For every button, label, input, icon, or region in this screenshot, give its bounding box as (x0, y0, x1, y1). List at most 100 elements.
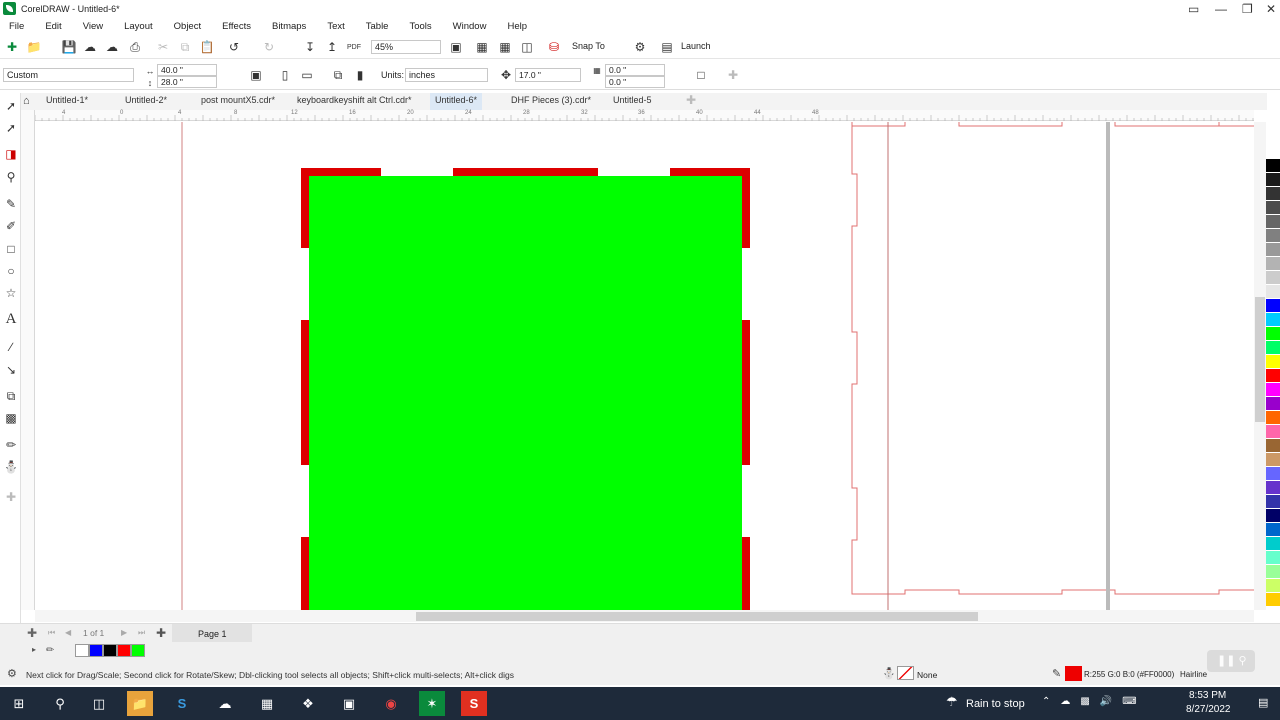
weather-icon[interactable]: ☂ (946, 694, 958, 710)
doc-palette-swatch[interactable] (117, 644, 131, 657)
color-swatch[interactable] (1266, 509, 1280, 523)
expand-arrow-icon[interactable]: ▸ (32, 645, 36, 654)
color-swatch[interactable] (1266, 565, 1280, 579)
add-property-icon[interactable]: ✚ (725, 67, 741, 83)
last-page-icon[interactable]: ⏭ (138, 628, 145, 638)
color-swatch[interactable] (1266, 425, 1280, 439)
lock-ratio-icon[interactable]: ▣ (248, 67, 264, 83)
menu-help[interactable]: Help (507, 21, 527, 32)
shape-tool-icon[interactable]: ➚ (4, 121, 18, 135)
landscape-icon[interactable]: ▭ (299, 67, 315, 83)
page-width-field[interactable]: 40.0 " (157, 64, 217, 76)
green-rectangle[interactable] (309, 176, 742, 610)
color-swatch[interactable] (1266, 173, 1280, 187)
outline-pen-icon[interactable]: ✎ (1052, 667, 1061, 680)
color-swatch[interactable] (1266, 383, 1280, 397)
color-swatch[interactable] (1266, 355, 1280, 369)
red-tab-top-left[interactable] (301, 168, 381, 176)
snap-off-icon[interactable]: ⛁ (546, 39, 562, 55)
pdf-icon[interactable]: PDF (346, 39, 362, 55)
color-swatch[interactable] (1266, 145, 1280, 159)
color-swatch[interactable] (1266, 579, 1280, 593)
show-guidelines-icon[interactable]: ◫ (519, 39, 535, 55)
color-swatch[interactable] (1266, 523, 1280, 537)
menu-view[interactable]: View (83, 21, 103, 32)
color-swatch[interactable] (1266, 397, 1280, 411)
minimize-button[interactable]: — (1215, 0, 1227, 17)
horizontal-scrollbar[interactable] (35, 610, 1254, 622)
paste-icon[interactable]: 📋 (199, 39, 215, 55)
add-page-after-icon[interactable]: ✚ (156, 626, 166, 640)
connector-tool-icon[interactable]: ↘ (4, 363, 18, 377)
red-tab-left-middle[interactable] (301, 320, 309, 465)
red-tab-right-middle[interactable] (742, 320, 750, 465)
app-grid-icon[interactable]: ▦ (254, 691, 280, 716)
new-tab-icon[interactable]: ✚ (686, 93, 696, 107)
red-tab-top-right[interactable] (670, 168, 750, 176)
app-s-blue-icon[interactable]: S (169, 691, 195, 716)
app-s-red-icon[interactable]: S (461, 691, 487, 716)
red-tab-right-bottom[interactable] (742, 537, 750, 610)
show-rulers-icon[interactable]: ▦ (474, 39, 490, 55)
new-document-icon[interactable]: ✚ (4, 39, 20, 55)
red-tab-top-middle[interactable] (453, 168, 598, 176)
color-swatch[interactable] (1266, 341, 1280, 355)
open-folder-icon[interactable]: 📁 (26, 39, 42, 55)
color-swatch[interactable] (1266, 285, 1280, 299)
close-button[interactable]: ✕ (1266, 0, 1276, 17)
color-swatch[interactable] (1266, 551, 1280, 565)
color-swatch[interactable] (1266, 369, 1280, 383)
redo-icon[interactable]: ↻ (261, 39, 277, 55)
ellipse-tool-icon[interactable]: ○ (4, 264, 18, 278)
palette-eyedropper-icon[interactable]: ✏ (46, 645, 54, 656)
export-icon[interactable]: ↥ (324, 39, 340, 55)
tab-untitled-6-active[interactable]: Untitled-6* (430, 93, 483, 110)
menu-text[interactable]: Text (327, 21, 344, 32)
add-page-icon[interactable]: ✚ (27, 626, 37, 640)
zoom-tool-icon[interactable]: ⚲ (4, 170, 18, 184)
grey-bar[interactable] (1106, 122, 1110, 610)
system-tray-icons[interactable]: ⌃☁▩🔊⌨ (1042, 696, 1147, 707)
doc-palette-none-swatch[interactable] (75, 644, 89, 657)
prev-page-icon[interactable]: ◀ (65, 628, 71, 637)
import-icon[interactable]: ↧ (302, 39, 318, 55)
undo-icon[interactable]: ↺ (226, 39, 242, 55)
snap-to-dropdown[interactable]: Snap To (572, 41, 605, 51)
freehand-tool-icon[interactable]: ✎ (4, 197, 18, 211)
units-dropdown[interactable]: inches (405, 68, 488, 82)
show-grid-icon[interactable]: ▦ (497, 39, 513, 55)
first-page-icon[interactable]: ⏮ (48, 628, 55, 638)
app-tool-icon[interactable]: ❖ (295, 691, 321, 716)
color-swatch[interactable] (1266, 593, 1280, 607)
parallel-dimension-icon[interactable]: ∕ (4, 340, 18, 354)
home-icon[interactable]: ⌂ (23, 95, 30, 107)
menu-table[interactable]: Table (366, 21, 389, 32)
tab-post-mount[interactable]: post mountX5.cdr* (201, 95, 275, 105)
file-explorer-icon[interactable]: 📁 (127, 691, 153, 716)
help-icon[interactable]: ▭ (1188, 0, 1199, 17)
color-swatch[interactable] (1266, 159, 1280, 173)
launch-dropdown[interactable]: Launch (681, 41, 711, 51)
menu-layout[interactable]: Layout (124, 21, 153, 32)
pick-tool-icon[interactable]: ➚ (4, 99, 18, 113)
horizontal-scroll-thumb[interactable] (416, 612, 978, 621)
color-swatch[interactable] (1266, 537, 1280, 551)
color-swatch[interactable] (1266, 439, 1280, 453)
clock-time[interactable]: 8:53 PM (1189, 690, 1226, 701)
outline-shape[interactable] (851, 122, 1254, 595)
menu-bitmaps[interactable]: Bitmaps (272, 21, 306, 32)
color-swatch[interactable] (1266, 411, 1280, 425)
restore-button[interactable]: ❐ (1242, 0, 1253, 17)
full-screen-icon[interactable]: ▣ (448, 39, 464, 55)
menu-edit[interactable]: Edit (45, 21, 61, 32)
clock-date[interactable]: 8/27/2022 (1186, 704, 1231, 715)
color-swatch[interactable] (1266, 481, 1280, 495)
color-swatch[interactable] (1266, 257, 1280, 271)
horizontal-ruler[interactable]: 4 0 4 8 12 16 20 24 28 32 36 40 44 48 (34, 110, 1254, 121)
eyedropper-tool-icon[interactable]: ✏ (4, 438, 18, 452)
menu-tools[interactable]: Tools (409, 21, 431, 32)
color-swatch[interactable] (1266, 271, 1280, 285)
outline-color-swatch[interactable] (1065, 666, 1082, 681)
vertical-scrollbar[interactable] (1254, 122, 1266, 610)
cut-icon[interactable]: ✂ (155, 39, 171, 55)
